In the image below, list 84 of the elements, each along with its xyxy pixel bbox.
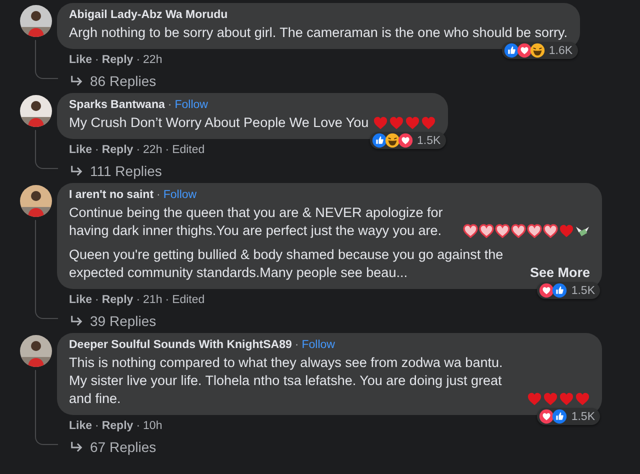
- separator-dot: ·: [95, 144, 99, 156]
- view-replies-link[interactable]: 39 Replies: [57, 306, 156, 329]
- heart-icon: [543, 392, 558, 406]
- see-more-link[interactable]: See More: [530, 264, 590, 282]
- comment-text: Continue being the queen that you are & NEVER apologize for having dark inner thighs.You are perfect just the wayy you are.: [69, 204, 444, 240]
- reply-arrow-icon: [69, 74, 84, 88]
- separator-dot: ·: [95, 294, 99, 306]
- reaction-count: 1.5K: [417, 134, 441, 146]
- separator-dot: ·: [136, 54, 140, 66]
- comment-text: This is nothing compared to what they always see from zodwa wa bantu. My sister live your life. Tlohela ntho tsa lefatshe. You are doing just great and fine.: [69, 354, 504, 408]
- heart-icon: [479, 224, 494, 238]
- action-link[interactable]: Reply: [102, 54, 134, 66]
- view-replies-link[interactable]: 86 Replies: [57, 66, 156, 89]
- view-replies-link[interactable]: 67 Replies: [57, 432, 156, 455]
- comment-text: Queen you're getting bullied & body shamed because you go against the expected community standards.Many people see beau...: [69, 246, 504, 282]
- action-link[interactable]: Reply: [102, 144, 134, 156]
- timestamp[interactable]: 22h: [143, 54, 162, 66]
- laughing-icon: [530, 43, 545, 58]
- reply-arrow-icon: [69, 314, 84, 328]
- separator-dot: ·: [95, 420, 99, 432]
- edited-label: Edited: [172, 294, 205, 306]
- heart-icon: [543, 224, 558, 238]
- reaction-badge[interactable]: 1.5K: [537, 282, 600, 299]
- love-icon: [539, 283, 554, 298]
- separator-dot: ·: [156, 188, 160, 203]
- like-icon: [372, 133, 387, 148]
- heart-icon: [404, 116, 420, 130]
- reply-arrow-icon: [69, 164, 84, 178]
- author-name[interactable]: Deeper Soulful Sounds With KnightSA89: [69, 338, 292, 353]
- money-wings-icon: [575, 224, 590, 238]
- separator-dot: ·: [136, 294, 140, 306]
- like-icon: [552, 409, 568, 424]
- reaction-badge[interactable]: 1.5K: [370, 132, 446, 149]
- reply-arrow-icon: [69, 440, 84, 454]
- action-link[interactable]: Like: [69, 144, 92, 156]
- reaction-count: 1.5K: [571, 410, 595, 422]
- separator-dot: ·: [136, 420, 140, 432]
- timestamp[interactable]: 21h: [143, 294, 162, 306]
- heart-icon: [575, 392, 590, 406]
- timestamp[interactable]: 22h: [143, 144, 162, 156]
- follow-link[interactable]: Follow: [302, 338, 335, 353]
- reaction-count: 1.6K: [548, 44, 573, 56]
- thread-line: [35, 130, 58, 169]
- action-link[interactable]: Reply: [102, 294, 134, 306]
- separator-dot: ·: [168, 98, 172, 113]
- action-link[interactable]: Reply: [102, 420, 134, 432]
- love-icon: [398, 133, 413, 148]
- action-link[interactable]: Like: [69, 420, 92, 432]
- follow-link[interactable]: Follow: [174, 98, 208, 113]
- love-icon: [539, 409, 554, 424]
- timestamp[interactable]: 10h: [143, 420, 162, 432]
- separator-dot: ·: [165, 144, 170, 156]
- action-link[interactable]: Like: [69, 294, 92, 306]
- heart-icon: [527, 392, 542, 406]
- heart-icon: [527, 224, 542, 238]
- comment-text: My Crush Don’t Worry About People We Love You: [69, 114, 369, 132]
- heart-icon: [420, 116, 436, 130]
- separator-dot: ·: [136, 144, 140, 156]
- author-name[interactable]: Abigail Lady-Abz Wa Morudu: [69, 8, 228, 23]
- heart-icon: [388, 116, 404, 130]
- love-icon: [516, 43, 532, 58]
- follow-link[interactable]: Follow: [163, 188, 197, 203]
- heart-icon: [495, 224, 510, 238]
- separator-dot: ·: [294, 338, 299, 353]
- reaction-badge[interactable]: 1.5K: [537, 408, 600, 425]
- edited-label: Edited: [172, 144, 205, 156]
- separator-dot: ·: [95, 54, 99, 66]
- like-icon: [552, 283, 568, 298]
- thread-line: [35, 40, 58, 79]
- reaction-count: 1.5K: [571, 284, 595, 296]
- like-icon: [504, 43, 519, 58]
- author-name[interactable]: Sparks Bantwana: [69, 98, 165, 113]
- heart-icon: [463, 224, 478, 238]
- author-name[interactable]: I aren't no saint: [69, 188, 154, 203]
- heart-icon: [559, 224, 574, 238]
- action-link[interactable]: Like: [69, 54, 92, 66]
- heart-icon: [372, 116, 388, 130]
- comment-text: Argh nothing to be sorry about girl. The cameraman is the one who should be sorry.: [69, 24, 568, 42]
- separator-dot: ·: [165, 294, 170, 306]
- heart-icon: [559, 392, 574, 406]
- reaction-badge[interactable]: 1.6K: [502, 42, 578, 59]
- heart-icon: [511, 224, 526, 238]
- laughing-icon: [385, 133, 400, 148]
- view-replies-link[interactable]: 111 Replies: [57, 156, 162, 179]
